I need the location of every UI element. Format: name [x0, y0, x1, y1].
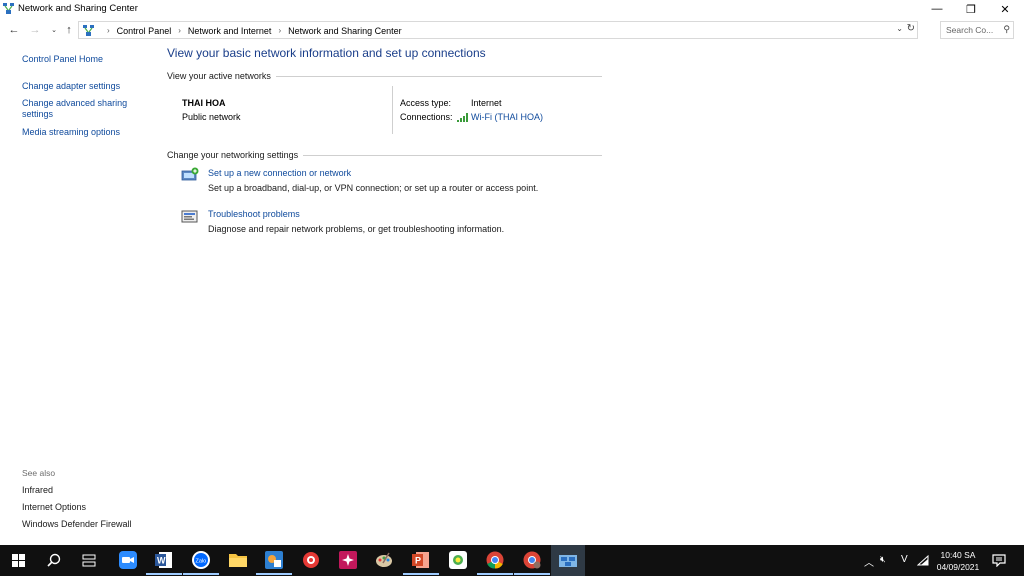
refresh-icon[interactable]: ↻: [907, 23, 915, 34]
svg-text:P: P: [415, 556, 421, 566]
taskbar: W Zalo P ︿ 🔇︎ V 10:40 SA 04/09/2021: [0, 545, 1024, 576]
troubleshoot-problems-desc: Diagnose and repair network problems, or…: [208, 224, 505, 234]
minimize-button[interactable]: —: [920, 0, 954, 18]
network-divider: [392, 86, 393, 134]
connections-label: Connections:: [400, 112, 453, 122]
change-settings-section-title: Change your networking settings: [167, 150, 602, 160]
clock-date: 04/09/2021: [936, 562, 980, 572]
troubleshoot-problems-link[interactable]: Troubleshoot problems: [208, 209, 300, 219]
start-icon[interactable]: [7, 549, 29, 571]
windows-defender-firewall-link[interactable]: Windows Defender Firewall: [22, 519, 132, 529]
wifi-tray-icon[interactable]: [917, 555, 929, 566]
main-content: View your basic network information and …: [167, 40, 607, 260]
network-type: Public network: [182, 112, 241, 122]
page-title: View your basic network information and …: [167, 46, 486, 60]
media-streaming-options-link[interactable]: Media streaming options: [22, 127, 120, 137]
restore-button[interactable]: ❐: [954, 0, 988, 18]
app-icon-2[interactable]: [337, 549, 359, 571]
breadcrumb-network-and-sharing-center[interactable]: Network and Sharing Center: [288, 26, 402, 36]
active-networks-title-text: View your active networks: [167, 71, 271, 81]
section-divider: [303, 154, 602, 156]
powerpoint-icon[interactable]: P: [403, 549, 439, 575]
paint-icon[interactable]: [373, 549, 395, 571]
wifi-connection-link[interactable]: Wi-Fi (THAI HOA): [471, 112, 543, 122]
window-title: Network and Sharing Center: [18, 3, 138, 14]
network-center-icon: [3, 3, 14, 14]
internet-options-link[interactable]: Internet Options: [22, 502, 86, 512]
close-button[interactable]: ✕: [988, 0, 1022, 18]
search-icon[interactable]: [43, 549, 65, 571]
setup-new-connection-link[interactable]: Set up a new connection or network: [208, 168, 351, 178]
clock[interactable]: 10:40 SA 04/09/2021: [932, 549, 984, 573]
chevron-right-icon: ›: [107, 26, 110, 35]
left-pane: Control Panel Home Change adapter settin…: [0, 40, 160, 545]
address-dropdown-icon[interactable]: ⌄: [896, 24, 903, 33]
address-bar[interactable]: › Control Panel › Network and Internet ›…: [78, 21, 918, 39]
svg-text:Zalo: Zalo: [196, 559, 207, 565]
network-name: THAI HOA: [182, 98, 226, 108]
change-adapter-settings-link[interactable]: Change adapter settings: [22, 81, 120, 91]
access-type-label: Access type:: [400, 98, 452, 108]
breadcrumb: › Control Panel › Network and Internet ›…: [83, 25, 402, 36]
troubleshoot-icon: [181, 210, 198, 223]
app-icon[interactable]: [300, 549, 322, 571]
snipping-icon[interactable]: [256, 549, 292, 575]
breadcrumb-network-and-internet[interactable]: Network and Internet: [188, 26, 272, 36]
access-type-value: Internet: [471, 98, 502, 108]
control-panel-icon: [83, 25, 94, 36]
change-advanced-sharing-settings-link[interactable]: Change advanced sharing settings: [22, 98, 140, 120]
back-arrow-icon[interactable]: ←: [6, 22, 22, 38]
control-panel-home-link[interactable]: Control Panel Home: [22, 54, 103, 64]
infrared-link[interactable]: Infrared: [22, 485, 53, 495]
volume-muted-icon[interactable]: 🔇︎: [880, 554, 886, 565]
section-divider: [275, 75, 602, 77]
change-settings-title-text: Change your networking settings: [167, 150, 299, 160]
search-icon: ⚲: [1003, 24, 1010, 34]
network-center-taskbar-icon[interactable]: [551, 545, 585, 576]
notification-center-icon[interactable]: [992, 554, 1006, 567]
network-setup-icon: [181, 167, 199, 181]
up-arrow-icon[interactable]: ↑: [61, 22, 77, 38]
show-hidden-icons-icon[interactable]: ︿: [864, 554, 874, 569]
navigation-bar: ← → ⌄ ↑ › Control Panel › Network and In…: [0, 20, 1024, 40]
clock-time: 10:40 SA: [940, 550, 976, 560]
see-also-label: See also: [22, 468, 56, 478]
active-networks-section-title: View your active networks: [167, 71, 602, 81]
task-view-icon[interactable]: [78, 549, 100, 571]
breadcrumb-control-panel[interactable]: Control Panel: [117, 26, 172, 36]
recent-locations-dropdown-icon[interactable]: ⌄: [46, 22, 62, 38]
svg-text:W: W: [157, 556, 166, 566]
word-icon[interactable]: W: [146, 549, 182, 575]
chrome-icon[interactable]: [477, 549, 513, 575]
forward-arrow-icon[interactable]: →: [27, 22, 43, 38]
file-explorer-icon[interactable]: [227, 549, 249, 571]
app-icon-3[interactable]: [447, 549, 469, 571]
title-bar: Network and Sharing Center — ❐ ✕: [0, 0, 1024, 18]
input-method-indicator[interactable]: V: [901, 554, 908, 565]
chevron-right-icon: ›: [278, 26, 282, 35]
wifi-signal-icon: [457, 113, 468, 122]
chevron-right-icon: ›: [178, 26, 181, 35]
zalo-icon[interactable]: Zalo: [183, 549, 219, 575]
setup-new-connection-desc: Set up a broadband, dial-up, or VPN conn…: [208, 183, 539, 193]
search-input[interactable]: Search Co... ⚲: [940, 21, 1014, 39]
search-placeholder: Search Co...: [946, 25, 994, 35]
zoom-icon[interactable]: [117, 549, 139, 571]
chrome-user-icon[interactable]: [514, 549, 550, 575]
